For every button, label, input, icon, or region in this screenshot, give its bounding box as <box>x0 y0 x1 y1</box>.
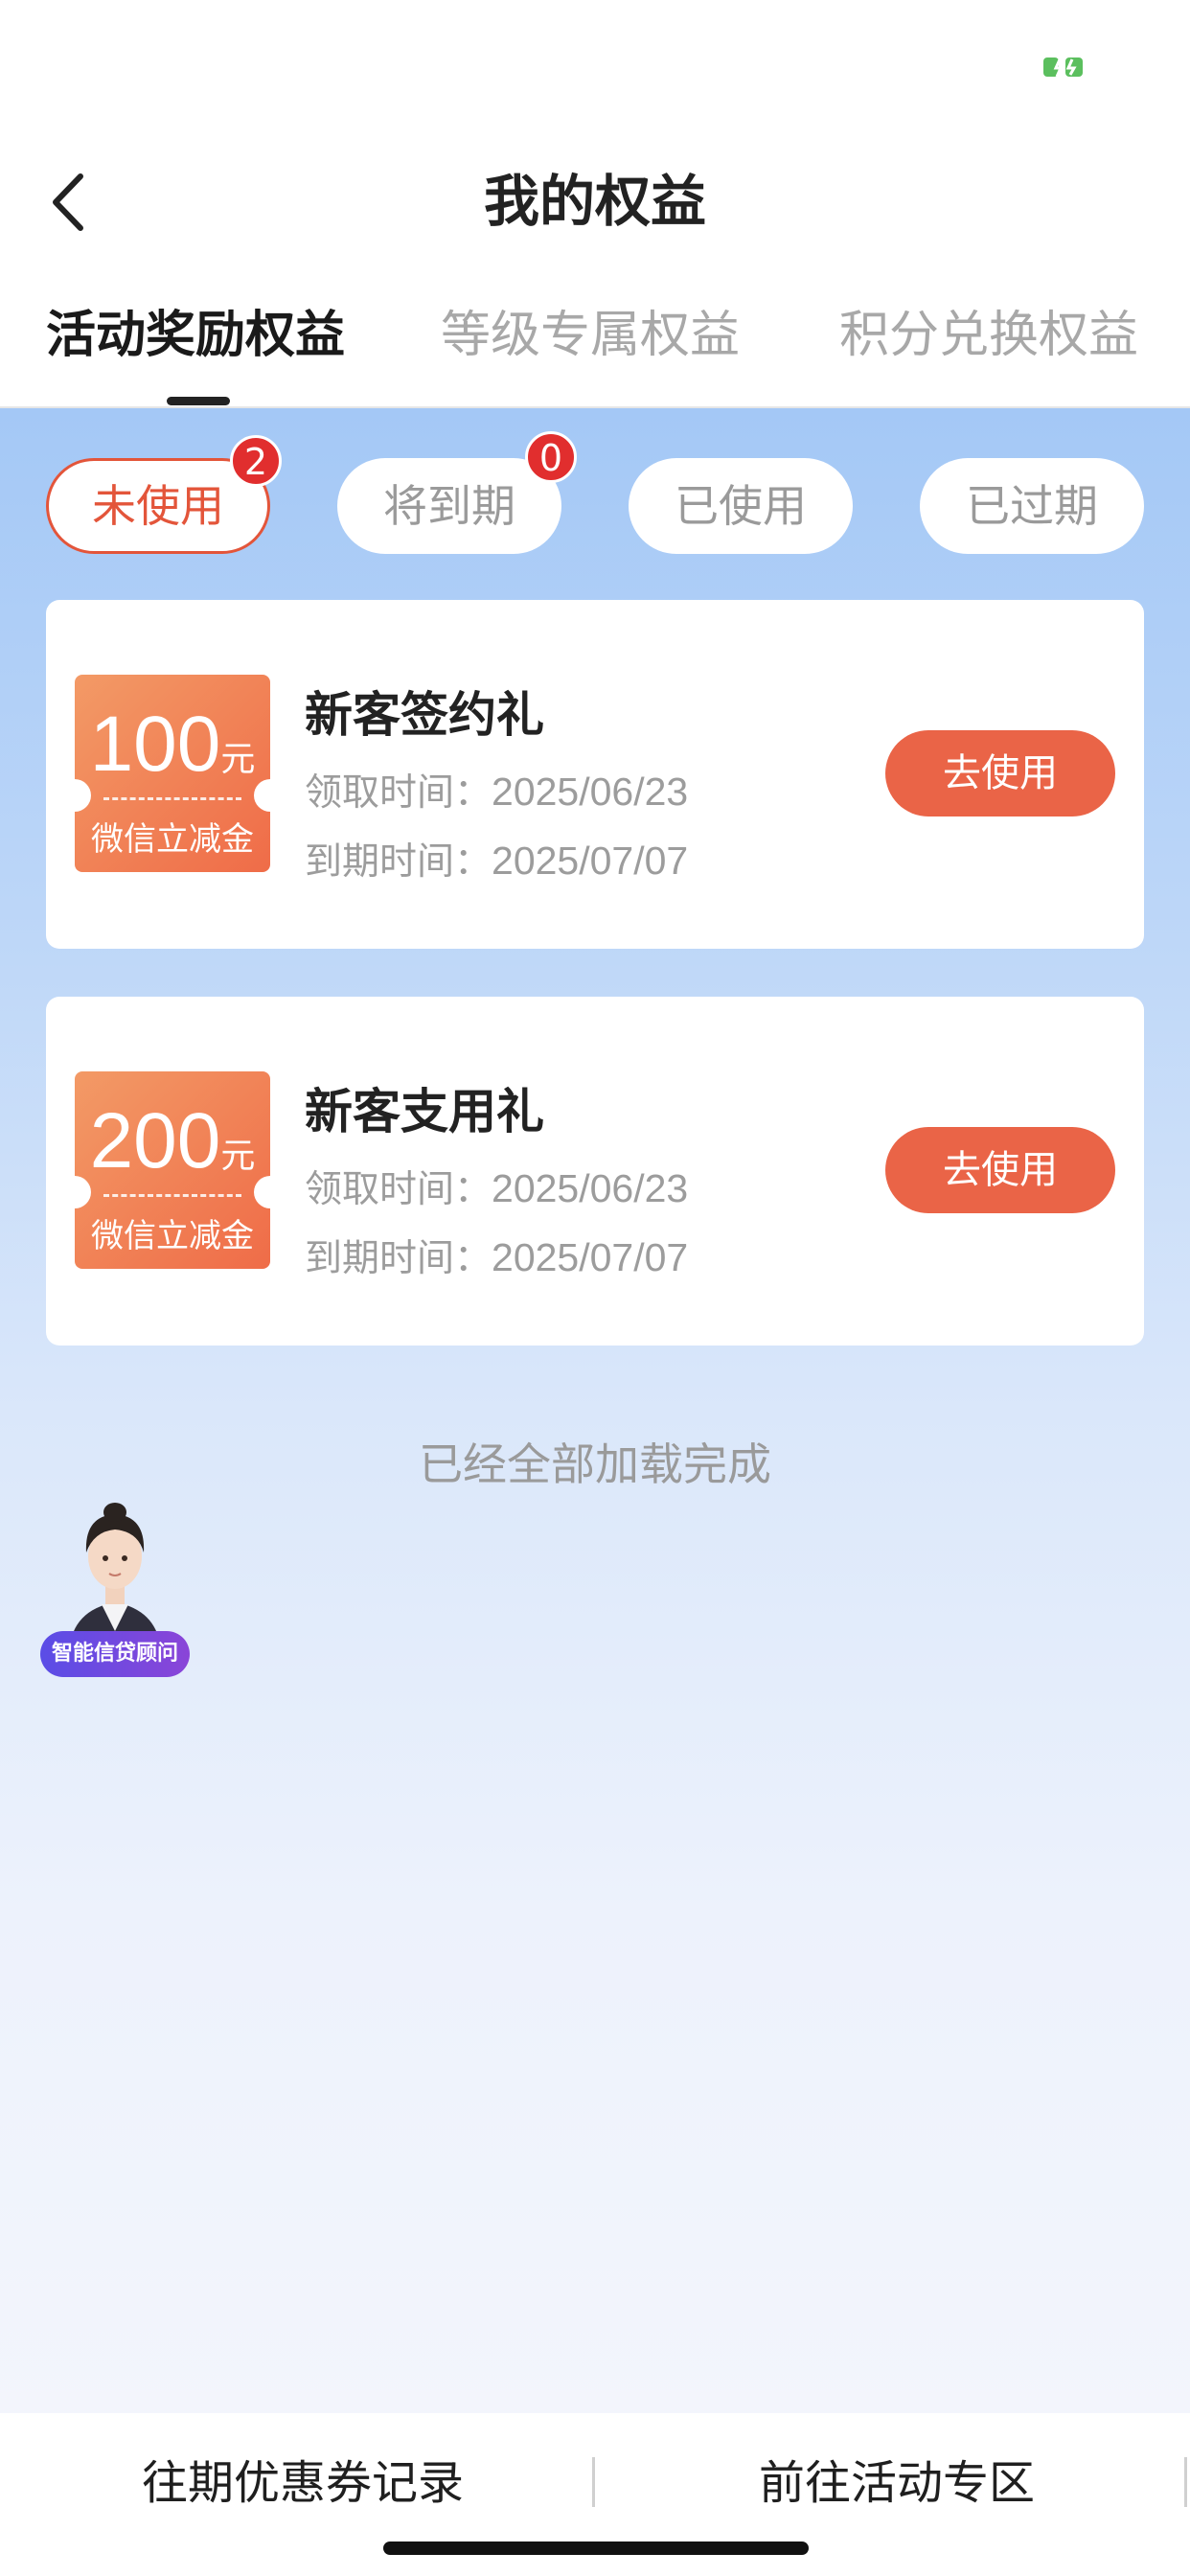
coupon-badge: 200元 微信立减金 <box>75 1071 270 1269</box>
tab-points-exchange[interactable]: 积分兑换权益 <box>839 297 1138 374</box>
coupon-title: 新客签约礼 <box>305 687 544 743</box>
page-title: 我的权益 <box>483 169 706 234</box>
coupon-amount-unit: 元 <box>220 740 256 779</box>
expire-time-label: 到期时间： <box>305 840 492 884</box>
content-area: 未使用 2 将到期 0 已使用 已过期 100元 微信立减金 新客签约礼 领取时… <box>0 408 1190 2413</box>
filter-expiring-soon[interactable]: 将到期 <box>337 458 561 554</box>
coupon-title: 新客支用礼 <box>305 1084 544 1139</box>
coupon-amount-unit: 元 <box>220 1137 256 1176</box>
coupon-amount-value: 100 <box>89 701 221 788</box>
coupon-card: 100元 微信立减金 新客签约礼 领取时间：2025/06/23 到期时间：20… <box>46 600 1144 949</box>
coupon-divider <box>103 797 241 800</box>
expire-time: 到期时间：2025/07/07 <box>305 1229 688 1282</box>
bottom-divider <box>592 2457 595 2507</box>
expire-time: 到期时间：2025/07/07 <box>305 832 688 886</box>
coupon-badge: 100元 微信立减金 <box>75 675 270 872</box>
claim-time-label: 领取时间： <box>305 1168 492 1211</box>
coupon-amount: 200元 <box>75 1096 270 1186</box>
nav-bar: 我的权益 <box>0 134 1190 268</box>
use-coupon-button[interactable]: 去使用 <box>885 730 1115 816</box>
home-indicator <box>383 2542 809 2555</box>
claim-time-label: 领取时间： <box>305 771 492 815</box>
activity-zone-link[interactable]: 前往活动专区 <box>759 2451 1035 2515</box>
filter-expired[interactable]: 已过期 <box>920 458 1144 554</box>
filter-used[interactable]: 已使用 <box>629 458 853 554</box>
coupon-amount-value: 200 <box>89 1097 221 1184</box>
expiring-count-badge: 0 <box>525 431 577 483</box>
unused-count-badge: 2 <box>230 435 282 487</box>
tab-bar: 活动奖励权益 等级专属权益 积分兑换权益 <box>0 268 1190 408</box>
active-tab-indicator <box>167 397 230 405</box>
tab-level-rights[interactable]: 等级专属权益 <box>441 297 740 374</box>
claim-time: 领取时间：2025/06/23 <box>305 1160 688 1213</box>
bottom-divider <box>1184 2457 1187 2507</box>
coupon-amount: 100元 <box>75 700 270 790</box>
bottom-bar: 往期优惠券记录 前往活动专区 <box>0 2413 1190 2576</box>
expire-time-label: 到期时间： <box>305 1237 492 1280</box>
tab-activity-rewards[interactable]: 活动奖励权益 <box>46 297 345 374</box>
claim-time-value: 2025/06/23 <box>492 770 689 814</box>
assistant-label[interactable]: 智能信贷顾问 <box>40 1631 190 1677</box>
claim-time-value: 2025/06/23 <box>492 1166 689 1210</box>
use-coupon-button[interactable]: 去使用 <box>885 1127 1115 1213</box>
expire-time-value: 2025/07/07 <box>492 839 689 883</box>
battery-charging-icon <box>1043 57 1083 78</box>
claim-time: 领取时间：2025/06/23 <box>305 763 688 816</box>
coupon-divider <box>103 1194 241 1197</box>
past-coupons-link[interactable]: 往期优惠券记录 <box>142 2451 464 2515</box>
coupon-type: 微信立减金 <box>91 1217 254 1255</box>
expire-time-value: 2025/07/07 <box>492 1235 689 1279</box>
coupon-type: 微信立减金 <box>91 820 254 859</box>
status-bar <box>0 0 1190 134</box>
coupon-card: 200元 微信立减金 新客支用礼 领取时间：2025/06/23 到期时间：20… <box>46 997 1144 1346</box>
all-loaded-text: 已经全部加载完成 <box>419 1438 771 1490</box>
assistant-avatar-icon[interactable] <box>59 1497 171 1650</box>
